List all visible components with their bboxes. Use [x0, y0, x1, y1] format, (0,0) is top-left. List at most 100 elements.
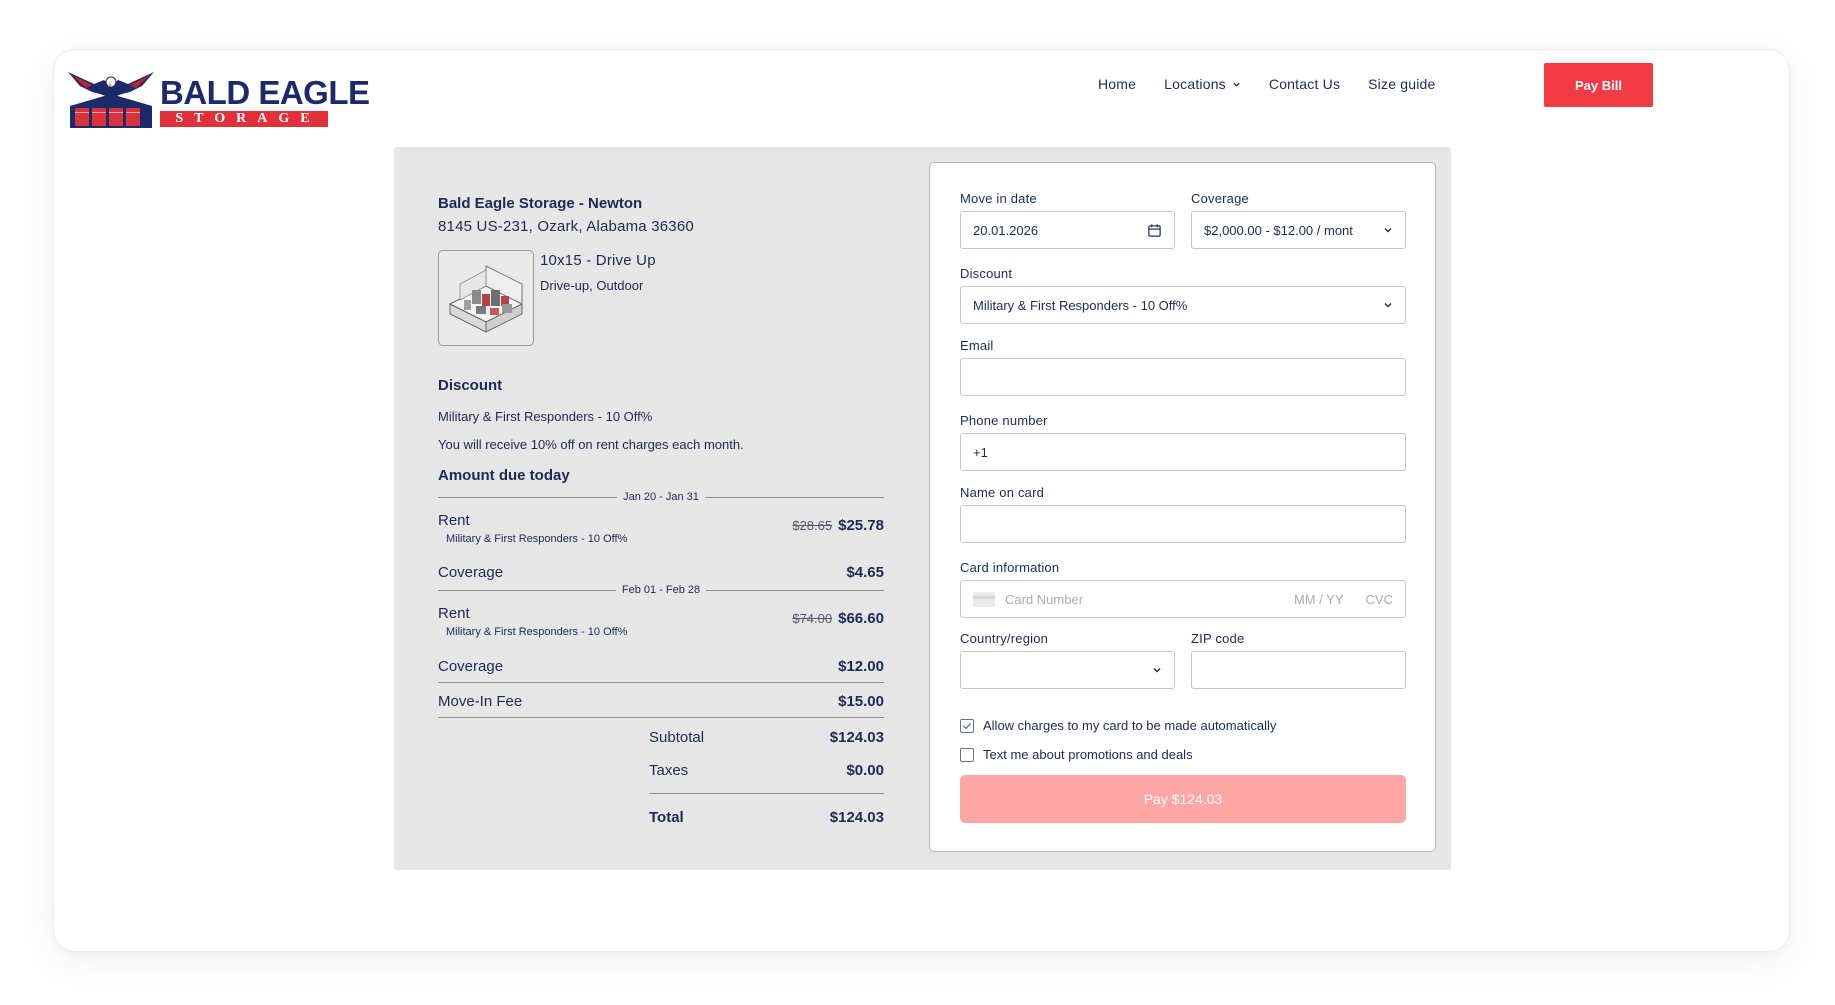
country-select[interactable] [960, 651, 1175, 689]
rent-label-2: Rent [438, 605, 470, 622]
rent-amount-1: $25.78 [838, 517, 884, 534]
zip-input[interactable] [1191, 651, 1406, 689]
checkout-panel: Bald Eagle Storage - Newton 8145 US-231,… [394, 147, 1451, 870]
card-cvc-placeholder[interactable]: CVC [1366, 592, 1393, 607]
calendar-icon[interactable] [1147, 223, 1162, 238]
rent-label-1: Rent [438, 512, 470, 529]
promo-row[interactable]: Text me about promotions and deals [960, 747, 1193, 762]
rent-old-price-1: $28.65 [792, 518, 833, 533]
checkmark-icon [963, 722, 972, 730]
nav-contact-label: Contact Us [1268, 76, 1341, 92]
auto-charge-checkbox[interactable] [960, 718, 974, 733]
discount-label: Discount [960, 266, 1013, 281]
rent-discount-2: Military & First Responders - 10 Off% [446, 626, 628, 638]
chevron-down-icon [1153, 668, 1161, 673]
brand-wordmark: BALD EAGLE STORAGE [160, 76, 370, 127]
email-label: Email [960, 338, 994, 353]
phone-field: Phone number +1 [960, 413, 1406, 471]
taxes-label: Taxes [649, 762, 689, 779]
name-on-card-input[interactable] [960, 505, 1406, 543]
zip-label: ZIP code [1191, 631, 1245, 646]
pay-button[interactable]: Pay $124.03 [960, 775, 1406, 823]
total-amount: $124.03 [829, 809, 884, 826]
chevron-down-icon [1233, 82, 1240, 87]
eagle-icon [68, 72, 154, 128]
coverage-label-2: Coverage [438, 658, 504, 675]
coverage-amount-1: $4.65 [846, 564, 884, 581]
unit-info: 10x15 - Drive Up Drive-up, Outdoor [540, 250, 656, 346]
unit-type: Drive-up, Outdoor [540, 278, 644, 293]
coverage-amount-2: $12.00 [838, 658, 884, 675]
nav-locations-label: Locations [1164, 76, 1226, 92]
location-name: Bald Eagle Storage - Newton [438, 195, 643, 212]
discount-select[interactable]: Military & First Responders - 10 Off% [960, 286, 1406, 324]
card-number-input[interactable]: Card Number MM / YY CVC [960, 580, 1406, 618]
main-nav: Home Locations Contact Us Size guide [1098, 76, 1436, 92]
move-in-fee-amount: $15.00 [838, 693, 884, 710]
nav-home-label: Home [1098, 76, 1137, 92]
coverage-line-1: Coverage $4.65 [438, 564, 884, 581]
country-label: Country/region [960, 631, 1049, 646]
card-info-label: Card information [960, 560, 1060, 575]
subtotal-amount: $124.03 [829, 729, 884, 746]
taxes-amount: $0.00 [846, 762, 884, 779]
amount-due-title: Amount due today [438, 467, 570, 484]
nav-contact[interactable]: Contact Us [1269, 76, 1340, 92]
brand-name: BALD EAGLE [160, 74, 370, 111]
discount-title: Discount [438, 377, 503, 394]
country-field: Country/region [960, 631, 1175, 689]
phone-label: Phone number [960, 413, 1048, 428]
phone-value: +1 [973, 444, 988, 460]
zip-field: ZIP code [1191, 631, 1406, 689]
chevron-down-icon [1384, 303, 1392, 308]
credit-card-icon [973, 591, 995, 607]
auto-charge-label: Allow charges to my card to be made auto… [983, 718, 1277, 733]
storage-unit-illustration-icon [448, 265, 524, 333]
coverage-field: Coverage $2,000.00 - $12.00 / mont [1191, 191, 1406, 249]
nav-locations[interactable]: Locations [1164, 76, 1241, 92]
period-label-2: Feb 01 - Feb 28 [621, 584, 701, 596]
rent-discount-1: Military & First Responders - 10 Off% [446, 533, 628, 545]
coverage-line-2: Coverage $12.00 [438, 658, 884, 683]
email-field: Email [960, 338, 1406, 396]
name-on-card-field: Name on card [960, 485, 1406, 543]
move-in-date-value: 20.01.2026 [973, 222, 1039, 238]
rent-line-2: Rent Military & First Responders - 10 Of… [438, 602, 884, 638]
totals-block: Subtotal $124.03 Taxes $0.00 Total $124.… [649, 729, 884, 826]
unit-image [438, 250, 534, 346]
unit-title: 10x15 - Drive Up [540, 252, 656, 269]
move-in-date-input[interactable]: 20.01.2026 [960, 211, 1175, 249]
total-label: Total [649, 809, 684, 826]
card-number-placeholder: Card Number [1005, 591, 1084, 607]
card-expiry-placeholder[interactable]: MM / YY [1294, 592, 1344, 607]
taxes-line: Taxes $0.00 [649, 762, 884, 794]
unit-row: 10x15 - Drive Up Drive-up, Outdoor [438, 250, 884, 346]
discount-select-value: Military & First Responders - 10 Off% [973, 297, 1188, 313]
email-input[interactable] [960, 358, 1406, 396]
location-address: 8145 US-231, Ozark, Alabama 36360 [438, 218, 694, 235]
rent-amount-2: $66.60 [838, 610, 884, 627]
pay-bill-button[interactable]: Pay Bill [1544, 63, 1653, 107]
order-summary: Bald Eagle Storage - Newton 8145 US-231,… [438, 195, 884, 826]
coverage-select-value: $2,000.00 - $12.00 / mont [1204, 222, 1353, 238]
subtotal-label: Subtotal [649, 729, 705, 746]
promo-label: Text me about promotions and deals [983, 747, 1193, 762]
nav-size-guide-label: Size guide [1368, 76, 1436, 92]
move-in-fee-label: Move-In Fee [438, 693, 523, 710]
coverage-label-1: Coverage [438, 564, 504, 581]
period-divider-1: Jan 20 - Jan 31 [438, 489, 884, 505]
subtotal-line: Subtotal $124.03 [649, 729, 884, 746]
total-line: Total $124.03 [649, 809, 884, 826]
phone-input[interactable]: +1 [960, 433, 1406, 471]
auto-charge-row[interactable]: Allow charges to my card to be made auto… [960, 718, 1276, 733]
coverage-select[interactable]: $2,000.00 - $12.00 / mont [1191, 211, 1406, 249]
move-in-label: Move in date [960, 191, 1037, 206]
discount-description: You will receive 10% off on rent charges… [438, 437, 744, 452]
rent-old-price-2: $74.00 [792, 611, 833, 626]
nav-size-guide[interactable]: Size guide [1368, 76, 1435, 92]
card-info-field: Card information Card Number MM / YY CVC [960, 560, 1406, 618]
period-label-1: Jan 20 - Jan 31 [623, 491, 699, 503]
name-on-card-label: Name on card [960, 485, 1045, 500]
promo-checkbox[interactable] [960, 747, 974, 762]
nav-home[interactable]: Home [1098, 76, 1136, 92]
